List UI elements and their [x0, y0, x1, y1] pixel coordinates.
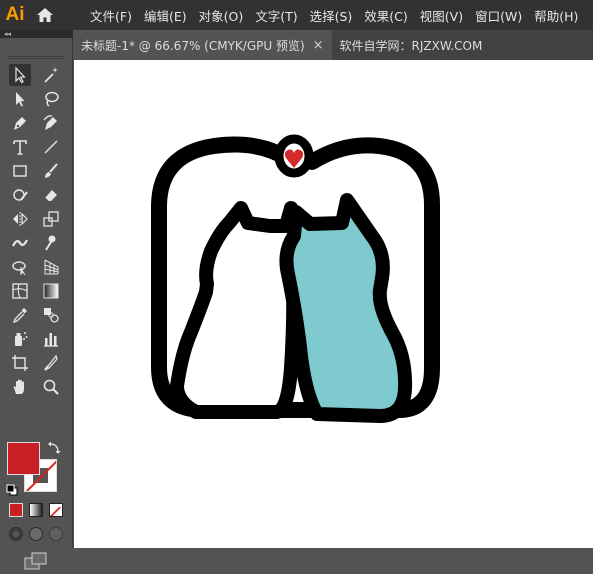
zoom-tool-icon[interactable]	[40, 376, 62, 398]
eyedropper-tool-icon[interactable]	[9, 304, 31, 326]
menu-file[interactable]: 文件(F)	[84, 0, 138, 30]
artboard-tool-icon[interactable]	[9, 352, 31, 374]
draw-inside-button[interactable]	[49, 527, 63, 541]
pen-tool-icon[interactable]	[9, 112, 31, 134]
selection-tool-icon[interactable]	[9, 64, 31, 86]
menu-type[interactable]: 文字(T)	[249, 0, 303, 30]
default-fill-stroke-icon[interactable]	[6, 481, 18, 496]
gradient-tool-icon[interactable]	[40, 280, 62, 302]
paintbrush-tool-icon[interactable]	[40, 160, 62, 182]
change-screen-mode-icon[interactable]	[24, 552, 48, 570]
app-logo: Ai	[5, 4, 25, 25]
menu-object[interactable]: 对象(O)	[193, 0, 250, 30]
lasso-tool-icon[interactable]	[40, 88, 62, 110]
document-tab-bar: 未标题-1* @ 66.67% (CMYK/GPU 预览) × 软件自学网：RJ…	[73, 30, 593, 60]
shaper-tool-icon[interactable]	[9, 184, 31, 206]
menu-view[interactable]: 视图(V)	[414, 0, 469, 30]
symbol-sprayer-tool-icon[interactable]	[9, 328, 31, 350]
tab-document-label: 未标题-1* @ 66.67% (CMYK/GPU 预览)	[81, 38, 305, 53]
line-segment-tool-icon[interactable]	[40, 136, 62, 158]
curvature-tool-icon[interactable]	[40, 112, 62, 134]
gradient-mode-button[interactable]	[29, 503, 43, 517]
direct-selection-tool-icon[interactable]	[9, 88, 31, 110]
collapse-panel-icon[interactable]: ◂◂	[4, 31, 11, 38]
shape-builder-tool-icon[interactable]	[9, 256, 31, 278]
blend-tool-icon[interactable]	[40, 304, 62, 326]
menu-bar: Ai 文件(F) 编辑(E) 对象(O) 文字(T) 选择(S) 效果(C) 视…	[0, 0, 593, 30]
tools-panel	[0, 38, 73, 570]
tab-watermark-label: 软件自学网：RJZXW.COM	[339, 38, 483, 53]
draw-behind-button[interactable]	[29, 527, 43, 541]
eraser-tool-icon[interactable]	[40, 184, 62, 206]
menu-select[interactable]: 选择(S)	[304, 0, 359, 30]
menu-window[interactable]: 窗口(W)	[469, 0, 528, 30]
swap-fill-stroke-icon[interactable]	[47, 440, 61, 454]
perspective-grid-tool-icon[interactable]	[40, 256, 62, 278]
color-mode-button[interactable]	[9, 503, 23, 517]
width-tool-icon[interactable]	[9, 232, 31, 254]
stroke-swatch[interactable]	[24, 459, 57, 492]
menu-effect[interactable]: 效果(C)	[358, 0, 413, 30]
mesh-tool-icon[interactable]	[9, 280, 31, 302]
right-cat	[279, 193, 413, 423]
reflect-tool-icon[interactable]	[9, 208, 31, 230]
menu-edit[interactable]: 编辑(E)	[138, 0, 193, 30]
type-tool-icon[interactable]	[9, 136, 31, 158]
none-mode-button[interactable]	[49, 503, 63, 517]
home-icon[interactable]	[30, 0, 60, 30]
tab-watermark[interactable]: 软件自学网：RJZXW.COM	[332, 30, 491, 60]
hand-tool-icon[interactable]	[9, 376, 31, 398]
toolbar-grip[interactable]	[8, 56, 64, 59]
scale-tool-icon[interactable]	[40, 208, 62, 230]
tab-document[interactable]: 未标题-1* @ 66.67% (CMYK/GPU 预览) ×	[73, 30, 332, 60]
magic-wand-tool-icon[interactable]	[40, 64, 62, 86]
left-cat	[170, 201, 301, 419]
rectangle-tool-icon[interactable]	[9, 160, 31, 182]
artboard-canvas[interactable]	[74, 60, 593, 548]
menu-help[interactable]: 帮助(H)	[528, 0, 584, 30]
column-graph-tool-icon[interactable]	[40, 328, 62, 350]
close-icon[interactable]: ×	[313, 38, 324, 53]
slice-tool-icon[interactable]	[40, 352, 62, 374]
draw-normal-button[interactable]	[9, 527, 23, 541]
puppet-warp-tool-icon[interactable]	[40, 232, 62, 254]
cat-illustration[interactable]	[74, 60, 593, 548]
